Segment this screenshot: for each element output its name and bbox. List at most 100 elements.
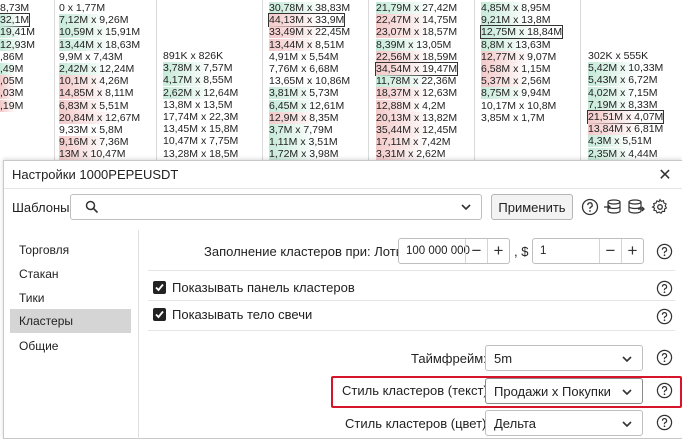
divider xyxy=(148,330,675,331)
apply-button[interactable]: Применить xyxy=(491,194,573,220)
help-icon[interactable] xyxy=(656,280,673,297)
cluster-cell: 5,37M x 2,56M xyxy=(481,75,551,88)
cluster-cell: 32,1M xyxy=(0,13,31,28)
cluster-cell: ,19M xyxy=(0,99,24,112)
fill-usd-input[interactable]: 1 − + xyxy=(532,238,644,264)
cluster-cell: 10,47M x 7,75M xyxy=(163,135,239,148)
divider xyxy=(148,300,675,301)
cluster-cell: 13,84M x 6,81M xyxy=(588,123,664,136)
cluster-cell: ,86M xyxy=(0,50,24,63)
cluster-cell: 2,35M x 4,44M xyxy=(588,147,658,160)
cluster-cell: 12,77M x 9,07M xyxy=(481,50,557,63)
increment-button[interactable]: + xyxy=(487,239,509,263)
cluster-cell: 8,39M x 13,05M xyxy=(376,38,452,51)
cluster-cell: 21,51M x 4,07M xyxy=(586,110,665,124)
cluster-style-text-select[interactable]: Продажи x Покупки xyxy=(485,378,643,404)
help-icon[interactable] xyxy=(656,414,673,431)
cluster-cell: 34,54M x 19,47M xyxy=(374,62,459,76)
cluster-cell: 2,42M x 12,24M xyxy=(59,63,135,75)
cluster-cell: 302K x 555K xyxy=(588,50,649,62)
cluster-chart-background: 8,73M 32,1M 19,41M 12,93M ,86M ,49M ,05M ,03M ,1… xyxy=(0,0,682,160)
cluster-cell: 4,17M x 8,55M xyxy=(163,74,233,87)
cluster-cell: 14,85M x 8,11M xyxy=(59,87,134,100)
cluster-cell: 5,42M x 10,33M xyxy=(588,62,664,75)
increment-button[interactable]: + xyxy=(621,239,643,263)
cluster-cell: 0 x 1,77M xyxy=(59,2,106,14)
cluster-cell: 13,65M x 10,86M xyxy=(269,75,351,88)
cluster-cell: 12,9M x 8,35M xyxy=(269,111,339,124)
cluster-cell: 8,8M x 13,63M xyxy=(481,38,551,51)
timeframe-value: 5m xyxy=(494,351,513,366)
cluster-cell: 3,85M x 1,7M xyxy=(481,111,545,124)
help-icon[interactable] xyxy=(656,243,673,260)
cluster-cell: 4,3M x 5,51M xyxy=(588,135,652,148)
cluster-cell: 5,43M x 6,72M xyxy=(588,74,658,87)
fill-lots-value: 100 000 000 xyxy=(406,245,470,257)
settings-sidebar: Торговля Стакан Тики Кластеры Общие xyxy=(4,230,139,439)
sidebar-item-general[interactable]: Общие xyxy=(10,334,131,358)
cluster-cell: 44,13M x 33,9M xyxy=(267,13,346,28)
cluster-cell: 4,02M x 7,15M xyxy=(588,86,658,99)
help-icon[interactable] xyxy=(656,382,673,399)
settings-dialog: Настройки 1000PEPEUSDT ✕ Шаблоны: Примен… xyxy=(3,160,682,439)
timeframe-label: Таймфрейм: xyxy=(411,351,487,366)
cluster-cell: 2,62M x 12,64M xyxy=(163,86,239,99)
export-icon[interactable] xyxy=(627,198,645,216)
sidebar-item-ticks[interactable]: Тики xyxy=(10,286,131,310)
cluster-cell: 7,76M x 6,68M xyxy=(269,63,339,75)
cluster-style-color-select[interactable]: Дельта xyxy=(485,410,643,436)
cluster-cell: 22,47M x 14,75M xyxy=(376,14,458,27)
cluster-cell: 13,8M x 13,5M xyxy=(163,98,233,111)
fill-lots-input[interactable]: 100 000 000 − + xyxy=(398,238,510,264)
dialog-title: Настройки 1000PEPEUSDT xyxy=(12,167,179,182)
cluster-cell: 7,12M x 9,26M xyxy=(59,14,129,27)
help-icon[interactable] xyxy=(656,349,673,366)
cluster-cell: 10,59M x 15,91M xyxy=(59,26,141,39)
cluster-cell: 9,16M x 7,36M xyxy=(59,136,129,149)
templates-select[interactable] xyxy=(70,194,482,220)
sidebar-item-clusters[interactable]: Кластеры xyxy=(10,309,131,333)
settings-content: Заполнение кластеров при: Лоты 100 000 0… xyxy=(140,230,682,439)
help-icon[interactable] xyxy=(656,308,673,325)
timeframe-select[interactable]: 5m xyxy=(485,345,643,371)
cluster-cell: 13M x 10,47M xyxy=(59,148,126,160)
cluster-style-text-value: Продажи x Покупки xyxy=(494,384,611,399)
cluster-cell: ,49M xyxy=(0,63,24,75)
cluster-cell: 6,45M x 12,61M xyxy=(269,99,345,112)
cluster-cell: 6,83M x 5,51M xyxy=(59,99,129,112)
fill-usd-label: , $ xyxy=(514,244,529,259)
cluster-cell: 30,78M x 38,83M xyxy=(269,2,351,14)
show-body-checkbox[interactable] xyxy=(153,308,166,321)
cluster-cell: 20,13M x 13,82M xyxy=(376,111,458,124)
column-separator xyxy=(262,0,263,160)
cluster-cell: 10,1M x 4,26M xyxy=(59,75,129,88)
gear-icon[interactable] xyxy=(651,198,669,216)
cluster-cell: 9,33M x 5,8M xyxy=(59,124,123,136)
column-separator xyxy=(156,0,157,160)
cluster-cell: 23,07M x 18,57M xyxy=(376,26,458,39)
show-body-label: Показывать тело свечи xyxy=(172,307,313,322)
templates-row: Шаблоны: Применить xyxy=(4,194,682,222)
cluster-cell: 18,37M x 12,63M xyxy=(376,87,458,100)
import-icon[interactable] xyxy=(604,198,622,216)
column-separator xyxy=(474,0,475,160)
column-separator xyxy=(54,0,55,160)
sidebar-item-trading[interactable]: Торговля xyxy=(10,238,131,262)
cluster-cell: 13,44M x 8,51M xyxy=(269,38,345,51)
column-separator xyxy=(580,0,581,160)
cluster-cell: 1,72M x 3,98M xyxy=(269,148,339,160)
cluster-cell: 13,45M x 15,8M xyxy=(163,123,239,136)
chevron-down-icon xyxy=(621,352,633,370)
cluster-cell: 8,75M x 9,94M xyxy=(481,87,551,100)
show-panel-checkbox[interactable] xyxy=(153,281,166,294)
cluster-cell: 17,11M x 7,42M xyxy=(376,136,451,149)
sidebar-item-orderbook[interactable]: Стакан xyxy=(10,262,131,286)
search-icon xyxy=(85,200,99,219)
close-icon[interactable]: ✕ xyxy=(656,166,674,184)
decrement-button[interactable]: − xyxy=(465,239,487,263)
templates-label: Шаблоны: xyxy=(12,200,74,215)
cluster-cell: 33,49M x 22,45M xyxy=(269,26,351,39)
decrement-button[interactable]: − xyxy=(599,239,621,263)
cluster-cell: 20,84M x 12,67M xyxy=(59,111,141,124)
help-icon[interactable] xyxy=(581,198,599,216)
